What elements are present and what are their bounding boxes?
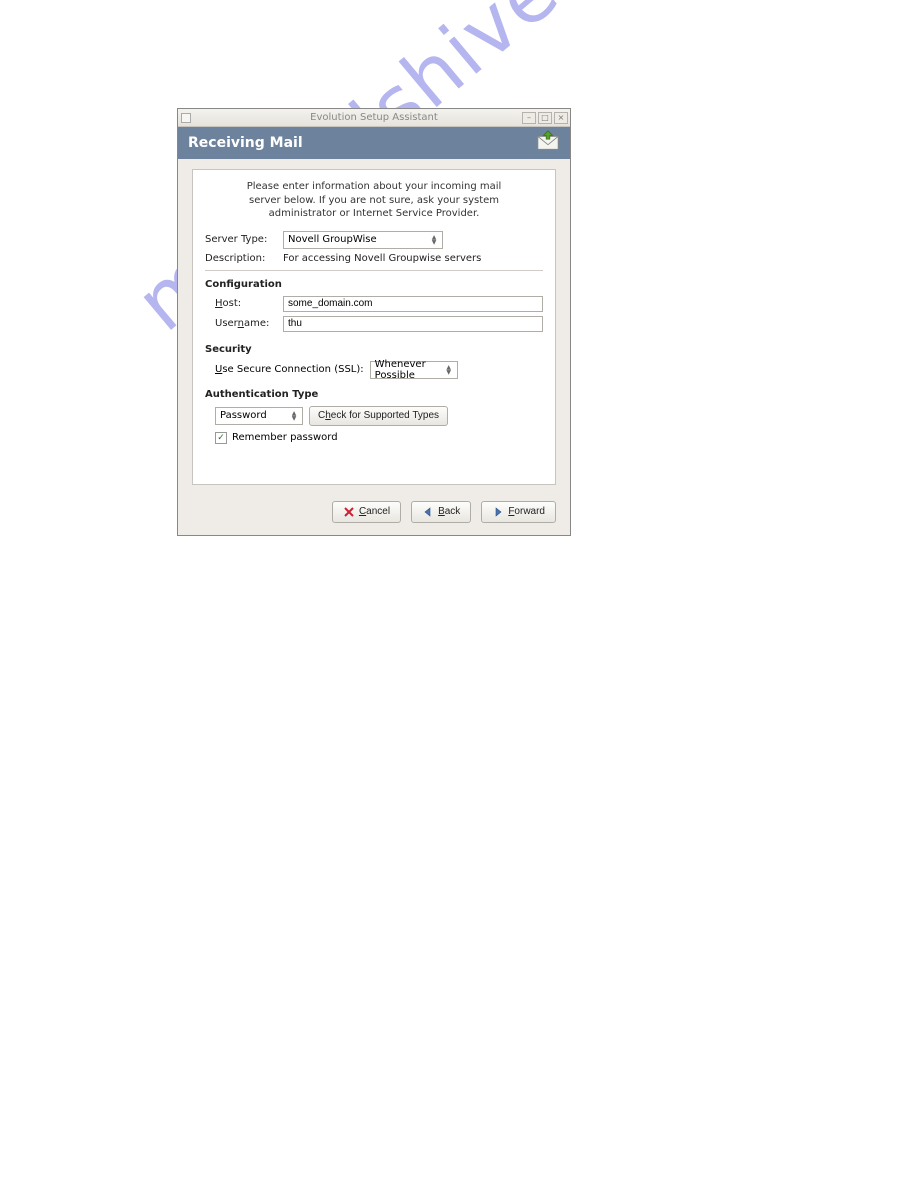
updown-icon: ▲▼ bbox=[443, 365, 455, 375]
updown-icon: ▲▼ bbox=[428, 235, 440, 245]
username-input[interactable] bbox=[283, 316, 543, 332]
auth-type-select[interactable]: Password ▲▼ bbox=[215, 407, 303, 425]
minimize-button[interactable]: – bbox=[522, 112, 536, 124]
forward-icon bbox=[492, 506, 504, 518]
remember-password-label: Remember password bbox=[232, 432, 338, 443]
footer-buttons: Cancel Back Forward bbox=[178, 493, 570, 535]
content-area: Please enter information about your inco… bbox=[178, 159, 570, 493]
titlebar: Evolution Setup Assistant – □ × bbox=[178, 109, 570, 127]
host-row: Host: bbox=[205, 296, 543, 312]
ssl-select[interactable]: Whenever Possible ▲▼ bbox=[370, 361, 458, 379]
divider bbox=[205, 270, 543, 271]
updown-icon: ▲▼ bbox=[288, 411, 300, 421]
check-supported-types-button[interactable]: Check for Supported Types bbox=[309, 406, 448, 426]
server-type-label: Server Type: bbox=[205, 234, 283, 245]
maximize-button[interactable]: □ bbox=[538, 112, 552, 124]
cancel-icon bbox=[343, 506, 355, 518]
dialog-window: Evolution Setup Assistant – □ × Receivin… bbox=[177, 108, 571, 536]
intro-text: Please enter information about your inco… bbox=[205, 180, 543, 221]
description-row: Description: For accessing Novell Groupw… bbox=[205, 253, 543, 264]
window-controls: – □ × bbox=[522, 112, 568, 124]
username-row: Username: bbox=[205, 316, 543, 332]
ssl-label: Use Secure Connection (SSL): bbox=[215, 364, 364, 375]
page-header: Receiving Mail bbox=[178, 127, 570, 159]
close-button[interactable]: × bbox=[554, 112, 568, 124]
page-title: Receiving Mail bbox=[188, 135, 303, 151]
forward-button[interactable]: Forward bbox=[481, 501, 556, 523]
username-label: Username: bbox=[205, 318, 283, 329]
configuration-title: Configuration bbox=[205, 279, 543, 290]
cancel-button[interactable]: Cancel bbox=[332, 501, 401, 523]
main-panel: Please enter information about your inco… bbox=[192, 169, 556, 485]
host-input[interactable] bbox=[283, 296, 543, 312]
mail-receive-icon bbox=[536, 130, 560, 156]
description-label: Description: bbox=[205, 253, 283, 264]
back-button[interactable]: Back bbox=[411, 501, 471, 523]
host-label: Host: bbox=[205, 298, 283, 309]
description-value: For accessing Novell Groupwise servers bbox=[283, 253, 481, 264]
server-type-select[interactable]: Novell GroupWise ▲▼ bbox=[283, 231, 443, 249]
ssl-row: Use Secure Connection (SSL): Whenever Po… bbox=[205, 361, 543, 379]
remember-password-checkbox[interactable]: ✓ bbox=[215, 432, 227, 444]
security-title: Security bbox=[205, 344, 543, 355]
back-icon bbox=[422, 506, 434, 518]
server-type-row: Server Type: Novell GroupWise ▲▼ bbox=[205, 231, 543, 249]
remember-password-row: ✓ Remember password bbox=[205, 432, 543, 444]
auth-title: Authentication Type bbox=[205, 389, 543, 400]
auth-type-row: Password ▲▼ Check for Supported Types bbox=[205, 406, 543, 426]
window-title: Evolution Setup Assistant bbox=[178, 112, 570, 123]
